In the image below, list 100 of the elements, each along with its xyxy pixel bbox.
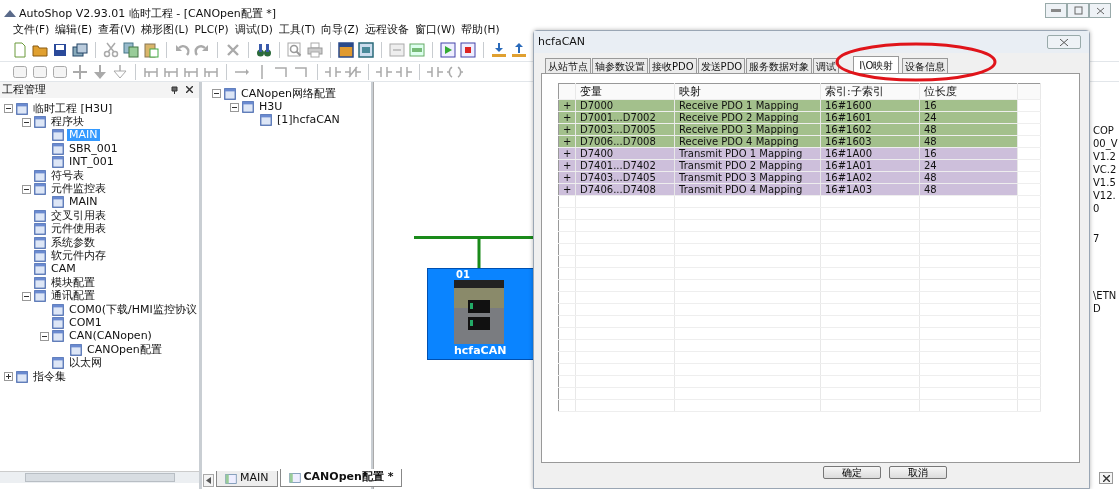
tree-item[interactable]: 程序块 xyxy=(49,116,86,129)
tree-item[interactable]: 符号表 xyxy=(49,169,86,182)
window-icon[interactable] xyxy=(358,41,374,58)
document-icon xyxy=(33,289,47,304)
collapse-icon[interactable] xyxy=(22,117,31,127)
scissors-icon[interactable] xyxy=(103,41,119,58)
download-icon[interactable] xyxy=(491,41,507,58)
coil-icon[interactable] xyxy=(447,63,463,80)
column-header[interactable]: 变量 xyxy=(575,83,675,100)
pin-icon[interactable] xyxy=(171,86,178,94)
expand-toggle[interactable]: + xyxy=(558,183,576,196)
tree-item[interactable]: INT_001 xyxy=(67,156,116,169)
box-icon[interactable] xyxy=(32,63,48,80)
menu-item[interactable]: 查看(V) xyxy=(98,22,136,38)
windows-icon[interactable] xyxy=(72,41,88,58)
arrow-down-icon[interactable] xyxy=(92,63,108,80)
column-header[interactable]: 索引:子索引 xyxy=(820,83,920,100)
restore-button[interactable] xyxy=(1067,3,1089,18)
column-header[interactable]: 位长度 xyxy=(919,83,1018,100)
expand-toggle[interactable]: + xyxy=(558,135,576,148)
tree-item[interactable]: MAIN xyxy=(67,196,100,209)
disk-icon[interactable] xyxy=(52,41,68,58)
menu-item[interactable]: 帮助(H) xyxy=(461,22,500,38)
tree-item[interactable]: CANopen网络配置 xyxy=(239,87,338,100)
close-button[interactable] xyxy=(1099,472,1113,484)
tree-item[interactable]: 软元件内存 xyxy=(49,250,108,262)
expand-toggle[interactable]: + xyxy=(558,99,576,112)
dialog-button[interactable]: 取消 xyxy=(889,466,947,479)
delete-icon[interactable] xyxy=(225,41,241,58)
collapse-icon[interactable] xyxy=(212,89,221,99)
arrow-down-icon[interactable] xyxy=(112,63,128,80)
collapse-icon[interactable] xyxy=(22,184,31,194)
expand-toggle[interactable]: + xyxy=(558,147,576,160)
binoculars-icon[interactable] xyxy=(256,41,272,58)
tab[interactable]: 从站节点 xyxy=(545,58,591,73)
tab[interactable]: 发送PDO xyxy=(697,58,746,73)
column-header[interactable]: 映射 xyxy=(674,83,821,100)
tree-item[interactable]: 元件使用表 xyxy=(49,223,108,236)
upload-icon[interactable] xyxy=(511,41,527,58)
expand-toggle[interactable]: + xyxy=(558,123,576,136)
stop-icon[interactable] xyxy=(460,41,476,58)
horizontal-scrollbar[interactable] xyxy=(0,471,199,483)
tree-item[interactable]: 元件监控表 xyxy=(49,183,108,196)
tree-item[interactable]: CAN(CANopen) xyxy=(67,330,154,343)
collapse-icon[interactable] xyxy=(40,331,49,341)
tree-item[interactable]: COM1 xyxy=(67,316,104,329)
page-icon[interactable] xyxy=(12,41,28,58)
tab[interactable]: I\O映射 xyxy=(853,56,900,73)
dialog-button[interactable]: 确定 xyxy=(823,466,881,479)
expand-toggle[interactable]: + xyxy=(558,171,576,184)
tree-item[interactable]: CAM xyxy=(49,263,78,276)
menu-item[interactable]: 远程设备 xyxy=(364,22,409,38)
tab[interactable]: 服务数据对象 xyxy=(746,58,813,73)
magnifier-icon[interactable] xyxy=(287,41,303,58)
document-tab[interactable]: MAIN xyxy=(216,471,278,487)
box-icon[interactable] xyxy=(12,63,28,80)
collapse-icon[interactable] xyxy=(22,291,31,301)
menu-item[interactable]: 梯形图(L) xyxy=(141,22,189,38)
tree-item[interactable]: [1]hcfaCAN xyxy=(275,114,342,127)
menu-item[interactable]: 工具(T) xyxy=(278,22,316,38)
scroll-left-button[interactable] xyxy=(203,474,214,487)
cross-icon[interactable] xyxy=(72,63,88,80)
document-tab[interactable]: CANOpen配置 * xyxy=(279,469,403,487)
box-icon[interactable] xyxy=(52,63,68,80)
tree-item[interactable]: H3U xyxy=(257,101,285,114)
menu-item[interactable]: 调试(D) xyxy=(234,22,273,38)
expand-toggle[interactable]: + xyxy=(558,111,576,124)
menu-item[interactable]: 向导(Z) xyxy=(321,22,359,38)
collapse-icon[interactable] xyxy=(230,102,239,112)
expand-icon[interactable] xyxy=(4,372,13,381)
tree-item[interactable]: SBR_001 xyxy=(67,142,120,155)
tree-item[interactable]: COM0(下载/HMI监控协议 xyxy=(67,303,199,316)
tree-item[interactable]: 交叉引用表 xyxy=(49,209,108,222)
menu-item[interactable]: PLC(P) xyxy=(194,22,229,38)
tree-item[interactable]: 临时工程 [H3U] xyxy=(31,102,115,115)
menu-item[interactable]: 文件(F) xyxy=(13,22,50,38)
play-icon[interactable] xyxy=(440,41,456,58)
tree-item[interactable]: 指令集 xyxy=(31,370,68,383)
tab[interactable]: 调试 xyxy=(813,58,840,73)
tab[interactable]: 接收PDO xyxy=(649,58,697,73)
tree-item[interactable]: CANOpen配置 xyxy=(85,343,164,356)
menu-item[interactable]: 窗口(W) xyxy=(414,22,456,38)
minimize-button[interactable] xyxy=(1045,3,1067,18)
collapse-icon[interactable] xyxy=(4,104,13,114)
tree-item[interactable]: 以太网 xyxy=(67,357,104,370)
clipboard-icon[interactable] xyxy=(143,41,159,58)
window-icon[interactable] xyxy=(338,41,354,58)
tab[interactable]: 轴参数设置 xyxy=(592,58,648,73)
panel-icon[interactable] xyxy=(409,41,425,58)
table-cell: Receive PDO 2 Mapping xyxy=(674,111,821,124)
copy-icon[interactable] xyxy=(123,41,139,58)
expand-toggle[interactable]: + xyxy=(558,159,576,172)
tree-item[interactable]: 通讯配置 xyxy=(49,290,97,303)
tree-item[interactable]: 模块配置 xyxy=(49,276,97,289)
printer-icon[interactable] xyxy=(307,41,323,58)
menu-item[interactable]: 编辑(E) xyxy=(55,22,93,38)
tree-item[interactable]: 系统参数 xyxy=(49,236,97,249)
close-icon[interactable] xyxy=(186,86,193,93)
tab[interactable]: 设备信息 xyxy=(902,58,949,73)
panel-icon[interactable] xyxy=(389,41,405,58)
